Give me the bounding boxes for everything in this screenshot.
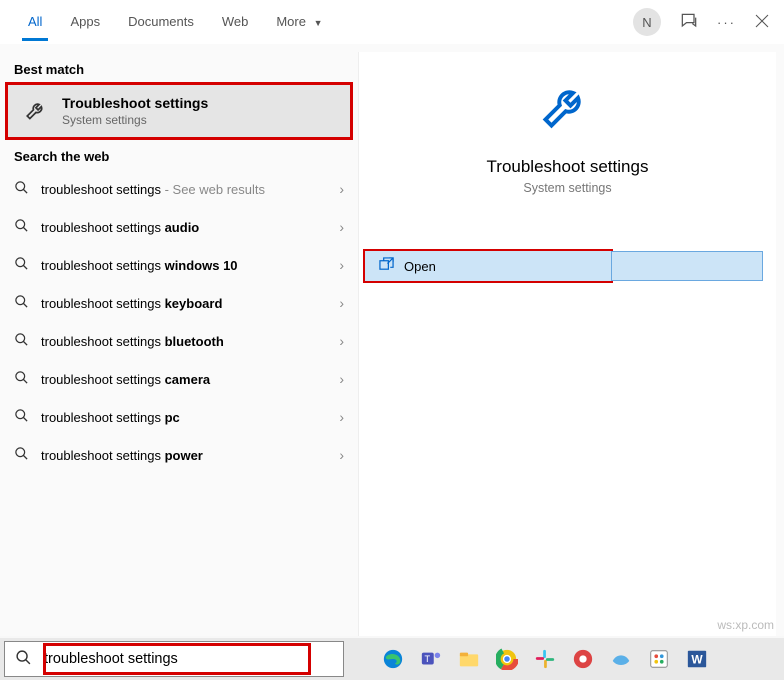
taskbar-explorer-icon[interactable] (456, 646, 482, 672)
taskbar-slack-icon[interactable] (532, 646, 558, 672)
best-match-title: Troubleshoot settings (62, 95, 208, 111)
tab-documents[interactable]: Documents (114, 4, 208, 41)
web-result[interactable]: troubleshoot settings pc› (0, 398, 358, 436)
wrench-icon-large (359, 78, 776, 141)
web-result-label: troubleshoot settings power (41, 448, 339, 463)
avatar[interactable]: N (633, 8, 661, 36)
web-result-label: troubleshoot settings camera (41, 372, 339, 387)
chevron-right-icon: › (339, 409, 344, 425)
web-result-label: troubleshoot settings pc (41, 410, 339, 425)
web-result[interactable]: troubleshoot settings bluetooth› (0, 322, 358, 360)
preview-pane: Troubleshoot settings System settings Op… (358, 52, 776, 636)
more-options-icon[interactable]: ··· (717, 15, 736, 30)
open-extra-region[interactable] (611, 251, 763, 281)
best-match-subtitle: System settings (62, 113, 208, 127)
chevron-right-icon: › (339, 447, 344, 463)
search-icon (14, 332, 29, 350)
open-button[interactable]: Open (365, 251, 611, 281)
taskbar-chrome-icon[interactable] (494, 646, 520, 672)
close-icon[interactable] (754, 13, 770, 32)
search-web-label: Search the web (0, 139, 358, 170)
svg-text:W: W (691, 653, 703, 667)
tab-apps[interactable]: Apps (56, 4, 114, 41)
chevron-right-icon: › (339, 181, 344, 197)
tab-all[interactable]: All (14, 4, 56, 41)
tab-more-label: More (276, 14, 306, 29)
open-icon (379, 257, 394, 275)
taskbar-edge-icon[interactable] (380, 646, 406, 672)
chevron-right-icon: › (339, 219, 344, 235)
open-label: Open (404, 259, 436, 274)
web-result-label: troubleshoot settings audio (41, 220, 339, 235)
search-icon (14, 408, 29, 426)
tab-more[interactable]: More ▼ (262, 4, 336, 41)
search-icon (14, 294, 29, 312)
chevron-down-icon: ▼ (314, 18, 323, 28)
taskbar-word-icon[interactable]: W (684, 646, 710, 672)
chevron-right-icon: › (339, 257, 344, 273)
web-result[interactable]: troubleshoot settings audio› (0, 208, 358, 246)
web-result[interactable]: troubleshoot settings windows 10› (0, 246, 358, 284)
wrench-icon (22, 96, 52, 126)
feedback-icon[interactable] (679, 11, 699, 34)
taskbar-paint-icon[interactable] (646, 646, 672, 672)
chevron-right-icon: › (339, 333, 344, 349)
search-icon (14, 218, 29, 236)
web-result[interactable]: troubleshoot settings - See web results› (0, 170, 358, 208)
best-match-label: Best match (0, 52, 358, 83)
best-match-result[interactable]: Troubleshoot settings System settings (8, 85, 350, 137)
search-icon (14, 256, 29, 274)
web-result[interactable]: troubleshoot settings keyboard› (0, 284, 358, 322)
search-box[interactable] (4, 641, 344, 677)
search-icon (14, 180, 29, 198)
taskbar-app-icon-2[interactable] (608, 646, 634, 672)
chevron-right-icon: › (339, 371, 344, 387)
taskbar-app-icon-1[interactable] (570, 646, 596, 672)
search-icon (15, 649, 32, 669)
web-result-label: troubleshoot settings - See web results (41, 182, 339, 197)
web-result[interactable]: troubleshoot settings power› (0, 436, 358, 474)
web-result-label: troubleshoot settings keyboard (41, 296, 339, 311)
search-input[interactable] (42, 650, 312, 668)
svg-text:T: T (425, 654, 431, 664)
web-result-label: troubleshoot settings bluetooth (41, 334, 339, 349)
preview-subtitle: System settings (359, 181, 776, 195)
chevron-right-icon: › (339, 295, 344, 311)
web-result[interactable]: troubleshoot settings camera› (0, 360, 358, 398)
tab-web[interactable]: Web (208, 4, 263, 41)
taskbar-teams-icon[interactable]: T (418, 646, 444, 672)
preview-title: Troubleshoot settings (359, 157, 776, 177)
search-icon (14, 370, 29, 388)
search-icon (14, 446, 29, 464)
web-result-label: troubleshoot settings windows 10 (41, 258, 339, 273)
